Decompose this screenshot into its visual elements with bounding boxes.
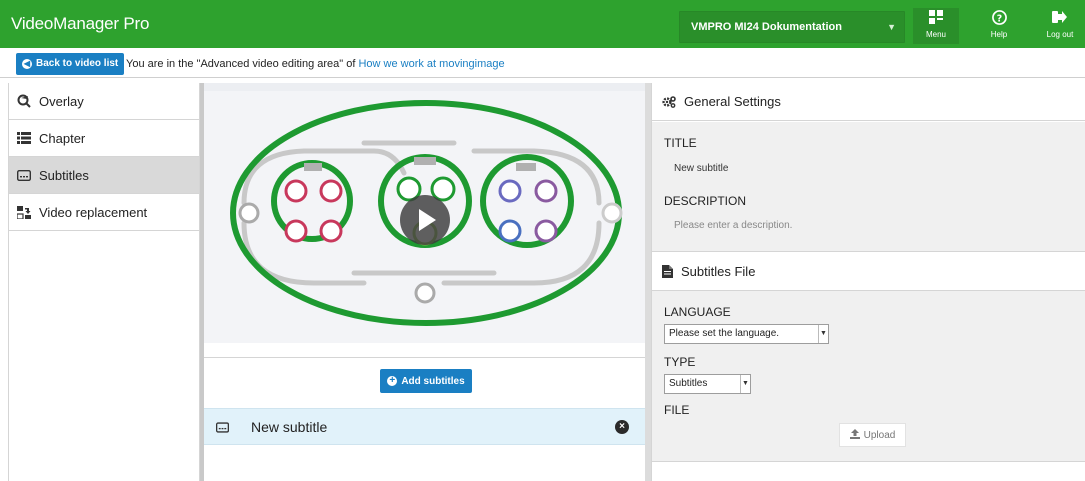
general-settings-header: General Settings [652,83,1085,121]
divider [652,461,1085,462]
upload-label: Upload [863,429,896,441]
video-title-link[interactable]: How we work at movingimage [358,58,504,70]
title-field[interactable]: New subtitle [674,163,728,174]
description-field[interactable]: Please enter a description. [674,220,792,231]
type-select[interactable]: Subtitles ▼ [664,374,751,394]
help-icon: ? [976,10,1022,30]
type-label: TYPE [664,355,696,369]
title-label: TITLE [664,136,697,150]
play-button[interactable] [400,195,450,245]
top-bar: VideoManager Pro VMPRO MI24 Dokumentatio… [0,0,1085,48]
app-title: VideoManager Pro [11,14,150,33]
help-button[interactable]: ? Help [976,8,1022,44]
help-label: Help [990,30,1008,39]
language-select[interactable]: Please set the language. ▼ [664,324,829,344]
sidebar-item-label: Chapter [39,130,86,146]
sidebar-item-label: Subtitles [39,167,89,183]
subtitles-icon [15,169,33,181]
chevron-down-icon: ▼ [887,22,896,32]
description-label: DESCRIPTION [664,194,747,208]
gears-icon [662,95,676,108]
language-label: LANGUAGE [664,305,731,319]
general-settings-heading: General Settings [684,94,781,109]
sidebar-item-chapter[interactable]: Chapter [9,120,199,157]
caret-down-icon: ▼ [740,375,750,393]
upload-button[interactable]: Upload [839,423,906,447]
sidebar-item-overlay[interactable]: Overlay [9,83,199,120]
subtitles-icon [215,422,230,436]
settings-panel: General Settings TITLE New subtitle DESC… [651,83,1085,481]
add-subtitles-button[interactable]: + Add subtitles [380,369,472,393]
area-info: You are in the "Advanced video editing a… [126,58,505,70]
logout-label: Log out [1046,30,1074,39]
logout-icon [1037,10,1083,30]
type-select-value: Subtitles [669,378,708,389]
overlay-icon [15,94,33,108]
center-panel: + Add subtitles New subtitle × [204,83,645,481]
caret-down-icon: ▼ [818,325,828,343]
videomanager-select-value: VMPRO MI24 Dokumentation [691,21,842,33]
videomanager-select[interactable]: VMPRO MI24 Dokumentation ▼ [679,11,905,43]
remove-circle-icon[interactable]: × [615,420,629,434]
menu-label: Menu [925,30,946,39]
language-select-value: Please set the language. [669,328,780,339]
subtitle-list-item[interactable]: New subtitle × [204,408,645,445]
area-info-text: You are in the "Advanced video editing a… [126,58,356,70]
general-settings-body: TITLE New subtitle DESCRIPTION Please en… [652,122,1085,251]
menu-button[interactable]: Menu [913,8,959,44]
video-preview[interactable] [204,83,645,343]
subtitles-file-header: Subtitles File [652,251,1085,291]
sidebar-item-label: Overlay [39,93,84,109]
plus-circle-icon: + [387,376,398,386]
grid-menu-icon [913,10,959,30]
video-replacement-icon [15,205,33,219]
sidebar-item-video-replacement[interactable]: Video replacement [9,194,199,231]
context-bar: ◀ Back to video list You are in the "Adv… [0,50,1085,78]
arrow-left-icon: ◀ [22,59,32,69]
back-to-video-list-button[interactable]: ◀ Back to video list [16,53,125,75]
file-label: FILE [664,403,690,417]
sidebar-item-label: Video replacement [39,204,148,220]
divider [204,357,645,358]
sidebar-item-subtitles[interactable]: Subtitles [9,157,199,194]
svg-text:?: ? [996,13,1001,24]
add-subtitles-label: Add subtitles [401,375,465,387]
upload-icon [849,428,860,442]
subtitle-item-title: New subtitle [251,419,328,435]
editing-sidebar: Overlay Chapter Subtitles Video replacem… [8,83,200,481]
back-button-label: Back to video list [36,58,119,69]
logout-button[interactable]: Log out [1037,8,1083,44]
file-icon [662,264,673,278]
subtitles-file-heading: Subtitles File [681,263,756,279]
chapter-list-icon [15,132,33,144]
